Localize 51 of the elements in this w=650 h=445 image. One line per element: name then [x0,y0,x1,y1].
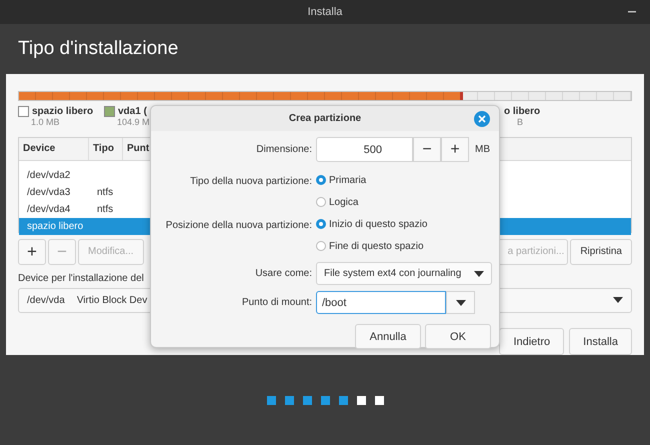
toolbar-button[interactable]: + [18,238,46,265]
action-button[interactable]: Ripristina [570,238,632,265]
radio-label[interactable]: Logica [329,196,358,208]
nav-button[interactable]: Indietro [499,328,564,355]
field-label: Tipo della nuova partizione: [189,175,312,189]
legend-label: spazio libero [32,106,94,117]
legend-size: B [517,116,524,127]
table-cell-text: spazio libero [26,220,84,232]
minimize-icon[interactable] [628,11,636,13]
legend-label: o libero [504,106,540,117]
table-cell-text: /dev/vda3 [26,186,72,198]
legend-size: 1.0 MB [31,116,60,127]
radio-button[interactable] [316,219,326,229]
device-name: /dev/vda [27,294,65,306]
page-title: Tipo d'installazione [18,38,178,60]
radio-button[interactable] [316,197,326,207]
dialog-button[interactable]: Annulla [355,324,421,349]
radio-label[interactable]: Primaria [329,174,366,186]
legend-label: vda1 ( [118,106,147,117]
field-label: Dimensione: [255,143,312,157]
dropdown-button[interactable] [446,291,475,314]
caret-icon [474,270,484,276]
dialog-button[interactable]: OK [425,324,491,349]
caret-icon [613,297,623,304]
radio-label[interactable]: Inizio di questo spazio [329,218,428,230]
radio-button[interactable] [316,175,326,185]
column-header[interactable]: Punt [127,143,150,154]
unit-label: MB [475,144,490,155]
nav-button[interactable]: Installa [569,328,632,355]
filesystem-dropdown[interactable]: File system ext4 con journaling [316,262,492,285]
radio-button[interactable] [316,241,326,251]
size-field[interactable]: 500 [316,137,413,162]
device-description: Virtio Block Dev [76,294,148,306]
field-label: Punto di mount: [240,296,312,310]
dialog-title: Crea partizione [288,113,362,124]
field-label: Device per l'installazione del [18,272,144,284]
column-header[interactable]: Device [23,143,56,154]
decrease-button[interactable]: − [413,137,441,162]
table-cell-text: /dev/vda4 [26,204,72,215]
field-label: Posizione della nuova partizione: [164,219,312,233]
mount-point-field[interactable]: /boot [316,291,446,314]
close-icon[interactable] [474,110,490,126]
window-title: Installa [308,6,342,18]
field-label: Usare come: [254,267,312,281]
legend-size: 104.9 M [117,116,150,127]
radio-label[interactable]: Fine di questo spazio [329,240,424,252]
table-cell-text: ntfs [96,186,114,198]
caret-icon [456,300,466,306]
table-cell-text: ntfs [96,204,114,215]
increase-button[interactable]: + [441,137,469,162]
column-header[interactable]: Tipo [93,143,114,154]
